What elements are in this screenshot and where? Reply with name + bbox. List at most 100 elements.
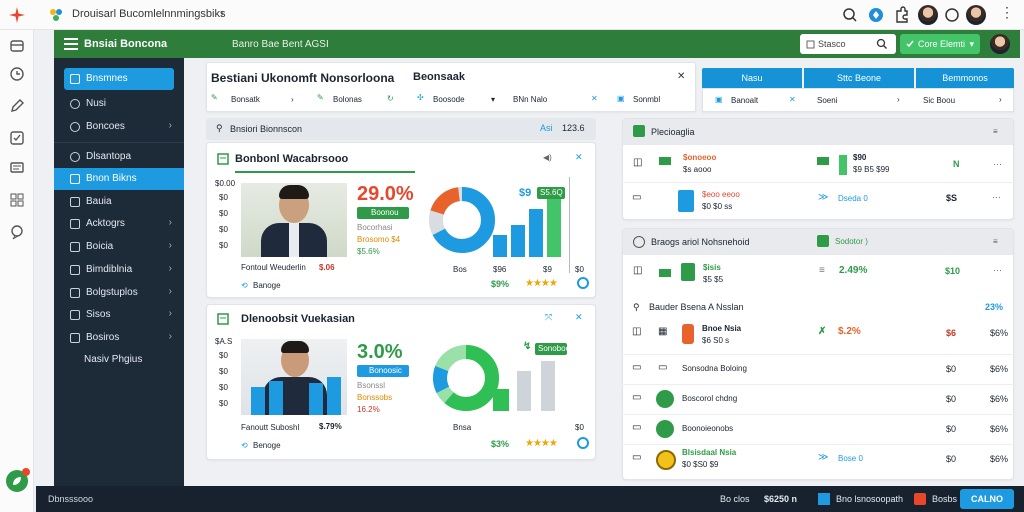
sidebar-item-icon [70, 152, 80, 162]
list-row[interactable]: ▭ Blsisdaal Nsia $0 $S0 $9 ≫ Bose 0 $0 $… [622, 446, 1014, 474]
app-logo-icon[interactable] [8, 6, 26, 24]
grid-icon[interactable] [9, 192, 25, 208]
sidebar-item-3[interactable]: Dlsantopa [54, 146, 184, 168]
help-icon[interactable] [577, 437, 589, 449]
sidebar-item-6[interactable]: Acktogrs › [54, 213, 184, 235]
filter-chip[interactable]: ▣ Sonmbl [617, 93, 695, 109]
sidebar-item-0[interactable]: Bnsmnes [64, 68, 174, 90]
sidebar-item-9[interactable]: Bolgstuplos › [54, 282, 184, 304]
search-input[interactable]: Stasco [800, 34, 896, 54]
person-photo [241, 183, 347, 257]
row-value: $0 [946, 454, 957, 464]
stat-line: Bocorhasi [357, 223, 393, 232]
speaker-icon[interactable]: ◀) [543, 153, 552, 162]
search-icon[interactable] [876, 38, 888, 50]
header-action-button[interactable]: Core Elemti ▾ [900, 34, 980, 54]
close-icon[interactable]: ✕ [591, 94, 598, 103]
list-row[interactable]: ▭ Boonoieonobs $0 $6% [622, 416, 1014, 442]
chat-icon[interactable] [9, 224, 25, 240]
axis-label: $0 [219, 367, 228, 376]
list-row[interactable]: ◫ ▦ Bnoe Nsia $6 S0 s ✗ $.2% $6 $6% [622, 320, 1014, 348]
pen-icon: ✎ [317, 93, 324, 102]
notification-dot [22, 468, 30, 476]
app-title: Bnsiai Boncona [84, 38, 168, 50]
filter-chip[interactable]: BNn Nalo ✕ [513, 93, 603, 109]
card-title: Dlenoobsit Vuekasian [241, 313, 355, 325]
sync-icon: ⟲ [241, 441, 248, 450]
close-icon[interactable]: ✕ [575, 312, 583, 323]
toolbar-panel: Bestiani Ukonomft Nonsorloona Beonsaak ✕… [206, 62, 696, 112]
more-icon[interactable]: ··· [993, 159, 1002, 169]
sidebar-item-7[interactable]: Boicia › [54, 236, 184, 258]
filter-chip[interactable]: ✣ Boosode ▾ [417, 93, 507, 109]
row-value: $6% [990, 424, 1009, 434]
status-action-button[interactable]: CALNO [960, 489, 1014, 509]
user-avatar[interactable] [918, 5, 938, 25]
list-row[interactable]: ▭ Boscorol chdng $0 $6% [622, 386, 1014, 412]
close-icon[interactable]: ✕ [789, 95, 796, 104]
expand-icon[interactable]: ⤧ [545, 312, 552, 323]
filter-chip[interactable]: ✎ Bonsatk › [211, 93, 301, 109]
robot-icon: ◫ [633, 157, 643, 168]
sidebar-item-11[interactable]: Bosiros › [54, 327, 184, 349]
photo-bar [251, 387, 265, 415]
row-value: $S [946, 193, 958, 203]
puzzle-icon[interactable] [892, 5, 912, 25]
bar [529, 209, 543, 257]
tab-1[interactable]: Sttc Beone [804, 68, 914, 88]
check-circle-icon [656, 420, 674, 438]
tab-filter-label[interactable]: Soeni [817, 96, 837, 105]
header-avatar[interactable] [990, 34, 1010, 54]
filter-chip[interactable]: ✎ Bolonas ↻ [317, 93, 407, 109]
close-icon[interactable]: ✕ [677, 71, 685, 82]
panel-icon [633, 125, 645, 137]
tab-filter-label[interactable]: Banoalt [731, 96, 758, 105]
row-sub: $0 $S0 $9 [682, 460, 719, 469]
row-value: $0 [946, 394, 957, 404]
message-icon[interactable] [9, 160, 25, 176]
home-icon[interactable] [9, 38, 25, 54]
sidebar-item-5[interactable]: Bauia [54, 191, 184, 213]
person-name: Fontoul Weuderlin [241, 263, 306, 272]
extension-icon[interactable] [866, 5, 886, 25]
help-icon[interactable] [577, 277, 589, 289]
tab-2[interactable]: Bemmonos [916, 68, 1014, 88]
header-action-label: Core Elemti [918, 39, 966, 49]
sidebar-item-2[interactable]: Boncoes › [54, 116, 184, 138]
calendar-icon: ▭ [632, 192, 642, 203]
more-icon[interactable]: ··· [993, 265, 1002, 275]
more-icon[interactable]: ⋮ [1000, 4, 1014, 21]
menu-icon[interactable] [64, 38, 78, 50]
sidebar-item-10[interactable]: Sisos › [54, 304, 184, 326]
pen-icon[interactable] [9, 98, 25, 114]
clock-icon[interactable] [9, 66, 25, 82]
sidebar-item-icon [70, 122, 80, 132]
sidebar-item-4[interactable]: Bnon Bikns [54, 168, 184, 190]
search-icon[interactable] [840, 5, 860, 25]
sidebar-item-12[interactable]: Nasiv Phgius [54, 349, 184, 371]
sidebar-item-label: Bimdiblnia [86, 264, 133, 275]
menu-icon[interactable]: ≡ [993, 237, 998, 246]
app-header: Bnsiai Boncona Banro Bae Bent AGSI Stasc… [54, 30, 1020, 58]
checkbox-icon[interactable] [9, 130, 25, 146]
tab-title[interactable]: Drouisarl Bucomlelnnmingsbiks [72, 8, 225, 20]
bar [541, 361, 555, 411]
rating-value: $9% [491, 279, 510, 289]
more-icon[interactable]: ··· [992, 192, 1001, 202]
row-value: $6% [990, 364, 1009, 374]
close-icon[interactable]: ✕ [575, 152, 583, 163]
profile-avatar[interactable] [966, 5, 986, 25]
calendar-icon: ▦ [658, 326, 668, 337]
stat-badge: Boonou [357, 207, 409, 219]
sidebar-item-1[interactable]: Nusi [54, 93, 184, 115]
tab-0[interactable]: Nasu [702, 68, 802, 88]
circle-icon[interactable] [942, 5, 962, 25]
person-photo-shirt [289, 223, 299, 257]
chevron-right-icon: › [168, 263, 172, 274]
menu-icon[interactable]: ≡ [993, 127, 998, 136]
sidebar-item-8[interactable]: Bimdiblnia › [54, 259, 184, 281]
list-row[interactable]: ▭ ▭ Sonsodna Boloing $0 $6% [622, 356, 1014, 382]
panel-badge: Sodotor ) [835, 237, 868, 246]
tab-filter-label[interactable]: Sic Boou [923, 96, 955, 105]
rating-stars: ★★★★ [525, 438, 558, 449]
